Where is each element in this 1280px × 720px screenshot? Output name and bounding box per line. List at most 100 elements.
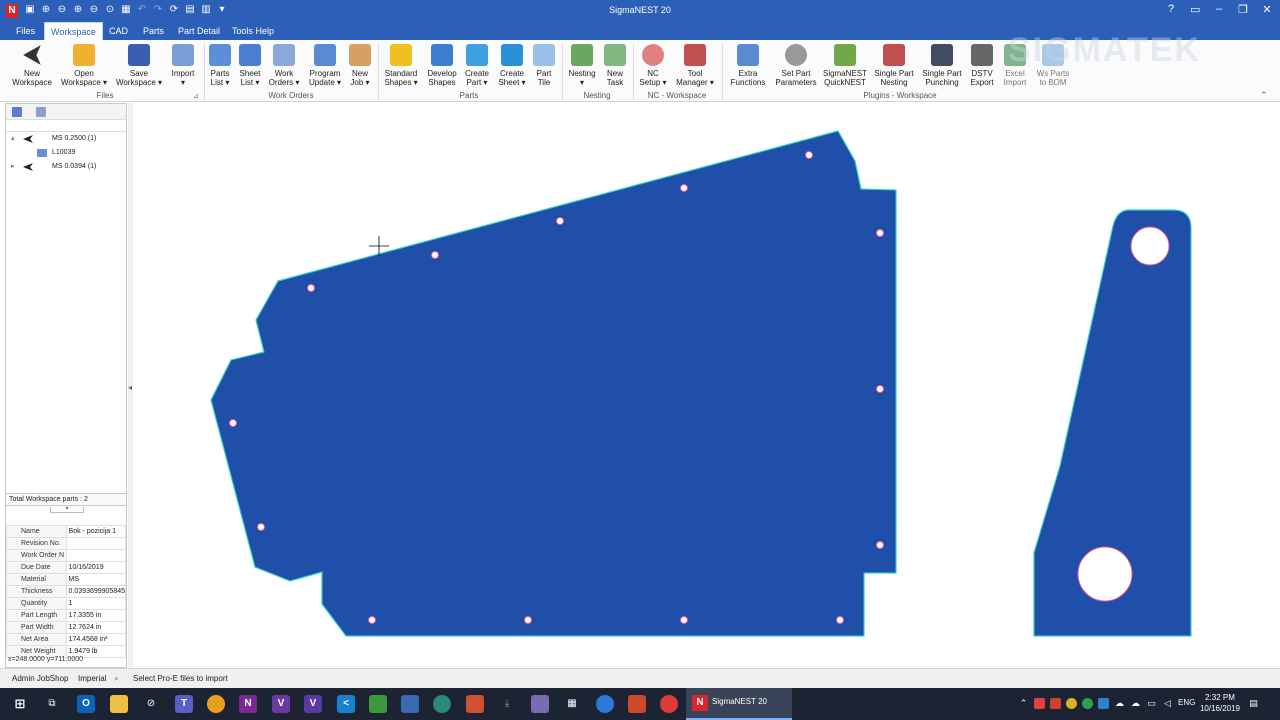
notifications-icon[interactable]: ▤ [1248, 698, 1259, 709]
property-value[interactable]: 0.0393699905845 [65, 585, 127, 598]
notepad-icon[interactable] [369, 695, 387, 713]
ribbon-display-button[interactable]: ▭ [1190, 3, 1200, 16]
tree-item-material[interactable]: ▴ MS 0.2500 (1) [6, 133, 126, 145]
nesting-button[interactable]: Nesting ▾ [566, 44, 598, 87]
vscode-icon[interactable]: < [337, 695, 355, 713]
tab-cad[interactable]: CAD [103, 22, 134, 40]
new-workspace-button[interactable]: New Workspace [10, 44, 54, 87]
tab-files[interactable]: Files [10, 22, 41, 40]
network-icon[interactable]: ▭ [1146, 698, 1157, 709]
property-value[interactable]: 17.3355 in [65, 609, 127, 622]
create-part-button[interactable]: Create Part ▾ [462, 44, 492, 87]
tab-workspace[interactable]: Workspace [44, 22, 103, 40]
property-row[interactable]: Material MS [6, 573, 127, 586]
search-icon[interactable]: ⌕ [114, 669, 118, 688]
list-view-icon[interactable] [36, 107, 46, 117]
tree-view-icon[interactable] [12, 107, 22, 117]
zoom-app-icon[interactable] [596, 695, 614, 713]
volume-icon[interactable]: ◁ [1162, 698, 1173, 709]
property-row[interactable]: Part Width 12.7624 in [6, 621, 127, 634]
tray-app-icon[interactable] [1098, 698, 1109, 709]
taskbar-sigmanest-button[interactable]: N SigmaNEST 20 [686, 688, 792, 720]
teams-icon[interactable]: T [175, 695, 193, 713]
property-value[interactable]: 174.4568 in² [65, 633, 127, 646]
extra-functions-button[interactable]: Extra Functions [728, 44, 768, 87]
dstv-export-button[interactable]: DSTV Export [968, 44, 996, 87]
single-part-nesting-button[interactable]: Single Part Nesting [872, 44, 916, 87]
save-workspace-button[interactable]: Save Workspace ▾ [113, 44, 165, 87]
parts-list-button[interactable]: Parts List ▾ [206, 44, 234, 87]
restore-button[interactable]: ❐ [1238, 3, 1248, 16]
tree-item-part[interactable]: L10039 [6, 147, 126, 159]
set-part-parameters-button[interactable]: Set Part Parameters [774, 44, 818, 87]
property-value[interactable]: MS [65, 573, 127, 586]
single-part-punching-button[interactable]: Single Part Punching [920, 44, 964, 87]
import-button[interactable]: Import ▾ [167, 44, 199, 87]
taskbar-clock[interactable]: 2:32 PM 10/16/2019 [1198, 692, 1242, 714]
tray-app-icon[interactable] [1082, 698, 1093, 709]
expand-icon[interactable]: ▸ [11, 161, 15, 173]
drawing-canvas[interactable] [133, 103, 1280, 668]
close-button[interactable]: ✕ [1262, 3, 1272, 16]
tab-parts[interactable]: Parts [137, 22, 170, 40]
app-icon[interactable] [401, 695, 419, 713]
windows-start-icon[interactable]: ⊞ [11, 695, 29, 713]
property-value[interactable]: 1 [65, 597, 127, 610]
dialog-launcher-icon[interactable]: ⊿ [193, 92, 199, 100]
parts-drawing[interactable] [133, 103, 1280, 668]
property-value[interactable] [65, 537, 127, 550]
new-task-button[interactable]: New Task [602, 44, 628, 87]
part-bok-pozicija-1[interactable] [210, 130, 897, 637]
tree-item-material[interactable]: ▸ MS 0.0394 (1) [6, 161, 126, 173]
tool-manager-button[interactable]: Tool Manager ▾ [674, 44, 716, 87]
language-indicator[interactable]: ENG [1178, 698, 1195, 707]
property-row[interactable]: Revision No. [6, 537, 127, 550]
tab-tools-help[interactable]: Tools Help [226, 22, 280, 40]
visual-studio-2-icon[interactable]: V [304, 695, 322, 713]
property-value[interactable]: 12.7624 in [65, 621, 127, 634]
property-row[interactable]: Part Length 17.3355 in [6, 609, 127, 622]
part-tile-button[interactable]: Part Tile [532, 44, 556, 87]
minimize-button[interactable]: – [1214, 3, 1224, 16]
onedrive-icon[interactable]: ☁ [1114, 698, 1125, 709]
tray-app-icon[interactable] [1034, 698, 1045, 709]
cloud-icon[interactable]: ☁ [1130, 698, 1141, 709]
property-row[interactable]: Quantity 1 [6, 597, 127, 610]
rocket-icon[interactable] [660, 695, 678, 713]
property-value[interactable] [65, 549, 127, 562]
file-explorer-icon[interactable] [110, 695, 128, 713]
new-job-button[interactable]: New Job ▾ [347, 44, 373, 87]
tray-app-icon[interactable] [1050, 698, 1061, 709]
property-row[interactable]: Net Area 174.4568 in² [6, 633, 127, 646]
chrome-icon[interactable] [207, 695, 225, 713]
panel-splitter-handle[interactable]: ▾ [50, 506, 84, 513]
collapse-icon[interactable]: ▴ [11, 133, 15, 145]
property-row[interactable]: Due Date 10/16/2019 [6, 561, 127, 574]
create-sheet-button[interactable]: Create Sheet ▾ [496, 44, 528, 87]
visual-studio-icon[interactable]: V [272, 695, 290, 713]
open-workspace-button[interactable]: Open Workspace ▾ [58, 44, 110, 87]
onenote-icon[interactable]: N [239, 695, 257, 713]
property-row[interactable]: Name Bok - pozicija 1 [6, 525, 127, 538]
sheet-list-button[interactable]: Sheet List ▾ [236, 44, 264, 87]
task-view-icon[interactable]: ⧉ [43, 695, 61, 713]
collapse-panel-icon[interactable]: ◂ [128, 383, 132, 392]
property-value[interactable]: Bok - pozicija 1 [65, 525, 127, 538]
outlook-icon[interactable]: O [77, 695, 95, 713]
tab-part-detail[interactable]: Part Detail [172, 22, 226, 40]
work-orders-button[interactable]: Work Orders ▾ [268, 44, 300, 87]
nc-setup-button[interactable]: NC Setup ▾ [638, 44, 668, 87]
compass-icon[interactable]: ⊘ [142, 695, 160, 713]
download-icon[interactable]: ⤓ [498, 695, 516, 713]
property-value[interactable]: 10/16/2019 [65, 561, 127, 574]
standard-shapes-button[interactable]: Standard Shapes ▾ [382, 44, 420, 87]
tray-app-icon[interactable] [1066, 698, 1077, 709]
tray-overflow-icon[interactable]: ⌃ [1018, 698, 1029, 709]
globe-icon[interactable] [433, 695, 451, 713]
app-purple-icon[interactable] [531, 695, 549, 713]
property-row[interactable]: Work Order N [6, 549, 127, 562]
develop-shapes-button[interactable]: Develop Shapes [424, 44, 460, 87]
calendar-icon[interactable]: ▦ [563, 695, 581, 713]
program-update-button[interactable]: Program Update ▾ [306, 44, 344, 87]
app-red-icon[interactable] [466, 695, 484, 713]
